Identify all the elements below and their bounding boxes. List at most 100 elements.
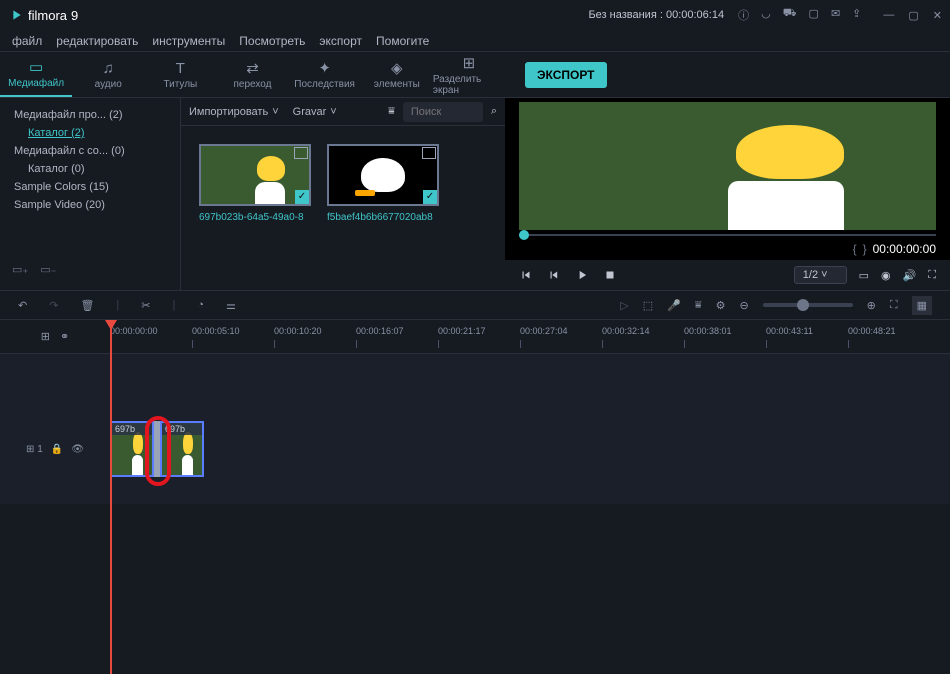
tab-titles[interactable]: TТитулы <box>144 52 216 97</box>
tree-catalog-2[interactable]: Каталог (0) <box>6 160 174 178</box>
timeline-ruler[interactable]: ⊞ ⚭ 00:00:00:00 00:00:05:10 00:00:10:20 00:… <box>0 320 950 354</box>
menubar: файл редактировать инструменты Посмотрет… <box>0 30 950 52</box>
preview-timecode: 00:00:00:00 <box>873 242 936 256</box>
new-folder-icon[interactable]: ▭₊ <box>12 263 28 276</box>
menu-view[interactable]: Посмотреть <box>239 34 305 48</box>
zoom-out-icon[interactable]: ⊖ <box>739 299 748 312</box>
lock-icon[interactable]: 🔒 <box>51 444 63 455</box>
maximize-button[interactable]: ▢ <box>908 9 918 22</box>
ruler-tick: 00:00:00:00 <box>110 326 158 336</box>
timeline-toolbar: ↶ ↷ 🗑 | ✂ | ◔ ⚌ ▷ ⬚ 🎤 ⩸ ⚙ ⊖ ⊕ ⛶ ▦ <box>0 290 950 320</box>
menu-export[interactable]: экспорт <box>319 34 362 48</box>
track-manage-icon[interactable]: ⊞ <box>41 330 50 343</box>
import-dropdown[interactable]: Импортировать ˅ <box>189 106 279 118</box>
menu-help[interactable]: Помогите <box>376 34 429 48</box>
browser-toolbar: Импортировать ˅ Gravar ˅ ⩸ ⌕ <box>181 98 505 126</box>
ruler-tick: 00:00:10:20 <box>274 326 322 336</box>
link-icon[interactable]: ⚭ <box>60 330 69 343</box>
mail-icon[interactable]: ✉ <box>831 7 840 23</box>
ruler-tick: 00:00:05:10 <box>192 326 240 336</box>
ruler-tick: 00:00:32:14 <box>602 326 650 336</box>
settings-icon[interactable]: ▦ <box>912 296 932 315</box>
fullscreen-icon[interactable]: ⛶ <box>928 269 936 282</box>
chevron-down-icon: ˅ <box>272 106 278 118</box>
preview-monitor[interactable] <box>519 102 936 230</box>
media-thumbnails: ✓ 697b023b-64a5-49a0-8 ✓ f5baef4b6b66770… <box>181 126 505 241</box>
media-tabs: ▭Медиафайл ♫аудио TТитулы ⇄переход ✦Посл… <box>0 52 505 98</box>
ruler-tick: 00:00:43:11 <box>766 326 813 336</box>
user-icon[interactable]: ◡ <box>761 7 771 23</box>
display-icon[interactable]: ▭ <box>859 269 869 282</box>
menu-edit[interactable]: редактировать <box>56 34 138 48</box>
tree-project-media[interactable]: Медиафайл про... (2) <box>6 106 174 124</box>
ruler-tick: 00:00:16:07 <box>356 326 404 336</box>
gear-icon[interactable]: ⚙ <box>716 299 726 312</box>
tab-split[interactable]: ⊞Разделить экран <box>433 52 505 97</box>
ruler-tick: 00:00:21:17 <box>438 326 486 336</box>
preview-progress[interactable] <box>519 232 936 238</box>
zoom-fit-icon[interactable]: ⛶ <box>890 299 898 312</box>
mark-out-icon[interactable]: } <box>863 242 867 256</box>
tree-shared-media[interactable]: Медиафайл с со... (0) <box>6 142 174 160</box>
step-back-button[interactable] <box>547 268 561 282</box>
adjust-button[interactable]: ⚌ <box>226 299 236 312</box>
speed-select[interactable]: 1/2 ˅ <box>794 266 847 284</box>
delete-folder-icon[interactable]: ▭₋ <box>40 263 56 276</box>
prev-frame-button[interactable] <box>519 268 533 282</box>
tab-elements[interactable]: ◈элементы <box>361 52 433 97</box>
ruler-tick: 00:00:27:04 <box>520 326 568 336</box>
zoom-slider[interactable] <box>763 303 853 307</box>
menu-tools[interactable]: инструменты <box>152 34 225 48</box>
export-button[interactable]: ЭКСПОРТ <box>525 62 607 88</box>
ruler-tick: 00:00:48:21 <box>848 326 896 336</box>
minimize-button[interactable]: — <box>883 9 894 22</box>
voiceover-icon[interactable]: ⬚ <box>643 299 653 312</box>
timeline-tracks: ⊞ 1 🔒 👁 697b 697b <box>0 354 950 504</box>
mixer-icon[interactable]: ⩸ <box>695 299 702 312</box>
tab-transition[interactable]: ⇄переход <box>216 52 288 97</box>
tree-sample-colors[interactable]: Sample Colors (15) <box>6 178 174 196</box>
tree-catalog[interactable]: Каталог (2) <box>6 124 174 142</box>
media-clip-2[interactable]: ✓ f5baef4b6b6677020ab8 <box>327 144 439 223</box>
playback-controls: 1/2 ˅ ▭ ◉ 🔊 ⛶ <box>505 260 950 290</box>
marker-button[interactable]: ◔ <box>197 299 204 311</box>
save-icon[interactable]: ▢ <box>809 7 819 23</box>
mic-icon-2[interactable]: 🎤 <box>667 299 681 312</box>
undo-button[interactable]: ↶ <box>18 299 27 312</box>
redo-button[interactable]: ↷ <box>49 299 58 312</box>
tab-media[interactable]: ▭Медиафайл <box>0 52 72 97</box>
chevron-down-icon: ˅ <box>330 106 336 118</box>
filter-icon[interactable]: ⩸ <box>388 105 395 118</box>
tab-effects[interactable]: ✦Последствия <box>289 52 361 97</box>
play-button[interactable] <box>575 268 589 282</box>
mark-in-icon[interactable]: { <box>853 242 857 256</box>
volume-icon[interactable]: 🔊 <box>903 269 917 282</box>
tree-sample-video[interactable]: Sample Video (20) <box>6 196 174 214</box>
search-input[interactable] <box>403 102 483 122</box>
record-dropdown[interactable]: Gravar ˅ <box>293 106 337 118</box>
timeline-clip-1[interactable]: 697b <box>110 421 154 477</box>
snapshot-icon[interactable]: ◉ <box>881 269 891 282</box>
ruler-tick: 00:00:38:01 <box>684 326 732 336</box>
close-button[interactable]: ✕ <box>933 9 942 22</box>
search-icon[interactable]: ⌕ <box>491 105 497 118</box>
cut-button[interactable]: ✂ <box>141 299 150 312</box>
media-clip-1[interactable]: ✓ 697b023b-64a5-49a0-8 <box>199 144 311 223</box>
tab-audio[interactable]: ♫аудио <box>72 52 144 97</box>
info-icon[interactable]: ⓘ <box>738 7 749 23</box>
stop-button[interactable] <box>603 268 617 282</box>
delete-button[interactable]: 🗑 <box>80 299 94 312</box>
eye-icon[interactable]: 👁 <box>71 444 84 455</box>
track-header-v1[interactable]: ⊞ 1 🔒 👁 <box>0 444 110 455</box>
zoom-in-icon[interactable]: ⊕ <box>867 299 876 312</box>
app-logo: filmora9 <box>8 7 78 23</box>
menu-file[interactable]: файл <box>12 34 42 48</box>
media-tree: Медиафайл про... (2) Каталог (2) Медиафа… <box>0 98 180 290</box>
project-title: Без названия : 00:00:06:14 <box>588 9 724 21</box>
render-icon[interactable]: ▷ <box>620 299 628 312</box>
playhead[interactable] <box>110 320 112 674</box>
cart-icon[interactable]: ⛟ <box>783 7 797 23</box>
titlebar: filmora9 Без названия : 00:00:06:14 ⓘ ◡ … <box>0 0 950 30</box>
timeline-clip-2[interactable]: 697b <box>160 421 204 477</box>
mic-icon[interactable]: ⇪ <box>852 7 861 23</box>
